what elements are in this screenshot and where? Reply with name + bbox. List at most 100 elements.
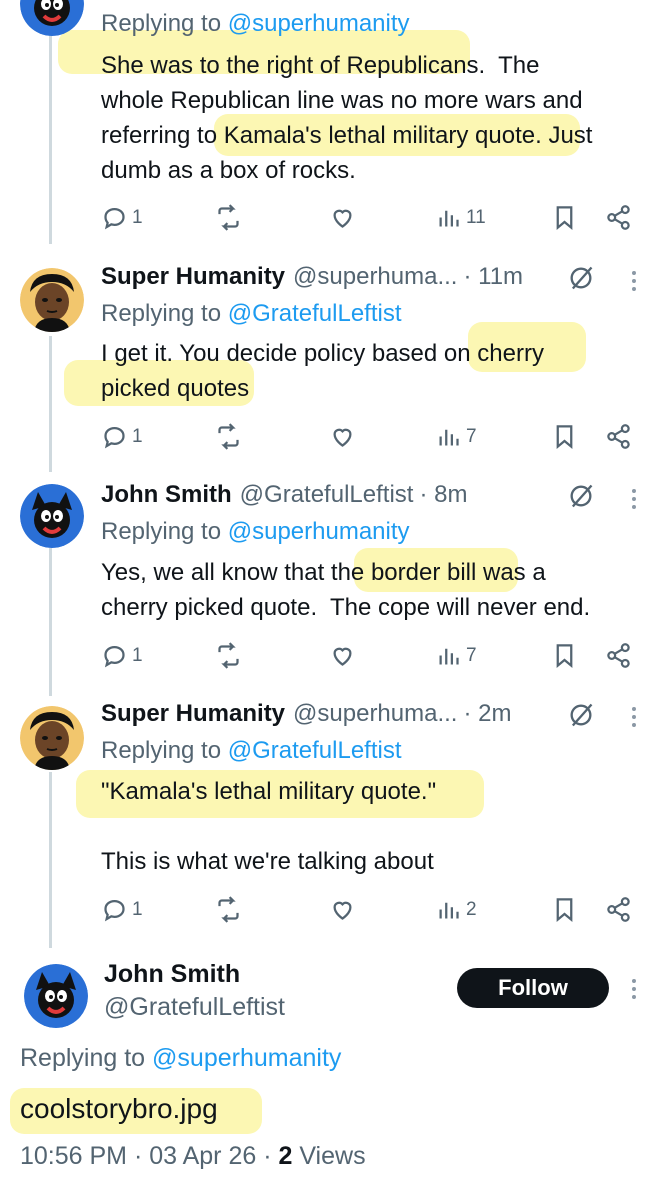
like-button[interactable]	[329, 423, 356, 450]
avatar[interactable]	[20, 484, 84, 548]
reply-button[interactable]: 1	[101, 423, 143, 450]
replying-to: Replying to @GratefulLeftist	[101, 737, 402, 764]
tweet-actions: 1 7	[101, 642, 641, 672]
replying-to: Replying to @superhumanity	[101, 518, 410, 545]
tweet-meta: 10:56 PM · 03 Apr 26 · 2 Views	[20, 1142, 366, 1171]
share-icon	[607, 643, 630, 668]
retweet-button[interactable]	[215, 204, 242, 231]
timestamp[interactable]: · 2m	[463, 700, 511, 728]
grok-icon[interactable]	[567, 701, 595, 729]
views-icon	[439, 902, 459, 919]
bookmark-button[interactable]	[551, 423, 578, 450]
timestamp[interactable]: · 8m	[419, 481, 467, 509]
bookmark-icon	[556, 425, 573, 450]
views-button[interactable]: 7	[435, 642, 477, 669]
grok-icon[interactable]	[567, 264, 595, 292]
follow-button[interactable]: Follow	[457, 968, 609, 1008]
replying-to: Replying to @GratefulLeftist	[101, 300, 402, 327]
reply-icon	[104, 645, 125, 668]
share-button[interactable]	[605, 642, 632, 669]
more-options-icon[interactable]	[631, 486, 637, 512]
tweet-text: I get it. You decide policy based on che…	[101, 340, 544, 402]
mention-link[interactable]: @superhumanity	[228, 518, 410, 545]
bookmark-icon	[556, 206, 573, 231]
display-name[interactable]: Super Humanity	[101, 263, 285, 291]
retweet-button[interactable]	[215, 896, 242, 923]
retweet-icon	[218, 896, 239, 923]
share-button[interactable]	[605, 204, 632, 231]
timestamp[interactable]: · 11m	[463, 263, 523, 291]
retweet-button[interactable]	[215, 642, 242, 669]
thread-line	[49, 0, 52, 244]
reply-button[interactable]: 1	[101, 642, 143, 669]
tweet-actions: 1 7	[101, 423, 641, 453]
thread-line	[49, 548, 52, 696]
bookmark-button[interactable]	[551, 896, 578, 923]
tweet-text: "Kamala's lethal military quote." This i…	[101, 778, 437, 875]
mention-link[interactable]: @superhumanity	[152, 1044, 341, 1072]
avatar[interactable]	[20, 268, 84, 332]
retweet-icon	[218, 423, 239, 450]
heart-icon	[333, 428, 352, 447]
views-label: Views	[292, 1142, 366, 1170]
display-name[interactable]: John Smith	[104, 960, 240, 989]
tweet-text: coolstorybro.jpg	[20, 1093, 218, 1124]
user-handle[interactable]: @superhuma...	[293, 700, 457, 728]
mention-link[interactable]: @GratefulLeftist	[228, 737, 402, 764]
share-button[interactable]	[605, 423, 632, 450]
tweet-text: She was to the right of Republicans. The…	[101, 52, 593, 184]
tweet-text: Yes, we all know that the border bill wa…	[101, 559, 591, 621]
views-icon	[439, 429, 459, 446]
replying-to: Replying to @superhumanity	[20, 1044, 342, 1072]
grok-icon[interactable]	[567, 482, 595, 510]
tweet-actions: 1 2	[101, 896, 641, 926]
like-button[interactable]	[329, 642, 356, 669]
bookmark-button[interactable]	[551, 204, 578, 231]
views-button[interactable]: 7	[435, 423, 477, 450]
heart-icon	[333, 209, 352, 228]
display-name[interactable]: Super Humanity	[101, 700, 285, 728]
tweet-header: Super Humanity @superhuma... · 2m	[101, 700, 511, 728]
display-name[interactable]: John Smith	[101, 481, 232, 509]
views-button[interactable]: 11	[435, 204, 486, 231]
retweet-button[interactable]	[215, 423, 242, 450]
retweet-icon	[218, 642, 239, 669]
share-icon	[607, 205, 630, 230]
mention-link[interactable]: @superhumanity	[228, 10, 410, 37]
more-options-icon[interactable]	[631, 976, 637, 1002]
reply-icon	[104, 207, 125, 230]
views-count: 2	[278, 1142, 293, 1170]
tweet-header: Super Humanity @superhuma... · 11m	[101, 263, 523, 291]
more-options-icon[interactable]	[631, 268, 637, 294]
bookmark-button[interactable]	[551, 642, 578, 669]
like-button[interactable]	[329, 896, 356, 923]
timestamp[interactable]: 10:56 PM · 03 Apr 26 ·	[20, 1142, 278, 1170]
more-options-icon[interactable]	[631, 704, 637, 730]
retweet-icon	[218, 204, 239, 231]
tweet-header: John Smith @GratefulLeftist · 8m	[101, 481, 467, 509]
thread-line	[49, 772, 52, 948]
user-handle[interactable]: @GratefulLeftist	[104, 993, 285, 1022]
avatar[interactable]	[20, 706, 84, 770]
heart-icon	[333, 647, 352, 666]
user-handle[interactable]: @GratefulLeftist	[240, 481, 414, 509]
bookmark-icon	[556, 898, 573, 923]
reply-icon	[104, 899, 125, 922]
bookmark-icon	[556, 644, 573, 669]
share-icon	[607, 897, 630, 922]
reply-button[interactable]: 1	[101, 896, 143, 923]
views-button[interactable]: 2	[435, 896, 477, 923]
avatar[interactable]	[24, 964, 88, 1028]
reply-button[interactable]: 1	[101, 204, 143, 231]
views-icon	[439, 648, 459, 665]
reply-icon	[104, 426, 125, 449]
thread-line	[49, 336, 52, 472]
share-button[interactable]	[605, 896, 632, 923]
views-icon	[439, 210, 459, 227]
heart-icon	[333, 901, 352, 920]
replying-to: Replying to @superhumanity	[101, 10, 410, 37]
mention-link[interactable]: @GratefulLeftist	[228, 300, 402, 327]
user-handle[interactable]: @superhuma...	[293, 263, 457, 291]
like-button[interactable]	[329, 204, 356, 231]
tweet-actions: 1 11	[101, 204, 641, 234]
